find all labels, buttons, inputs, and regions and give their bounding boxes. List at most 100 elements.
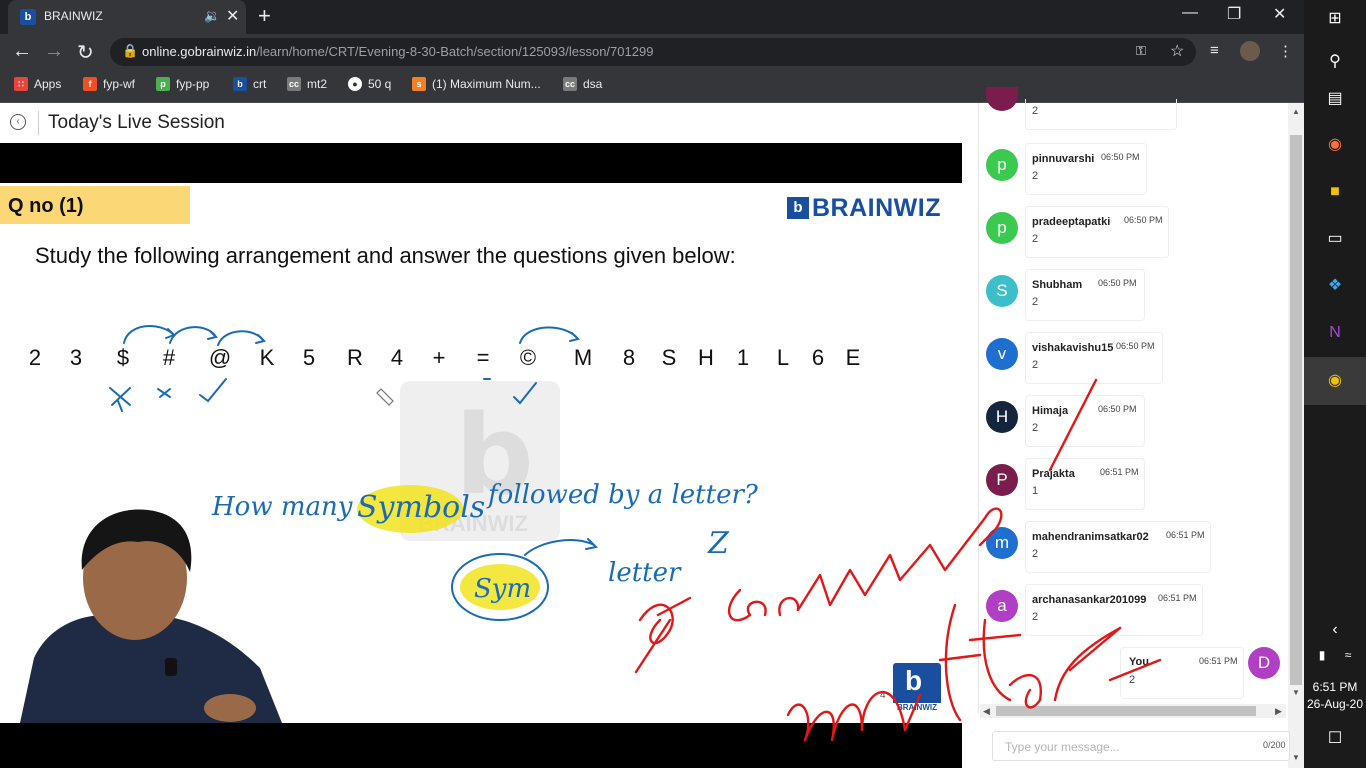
task-view-icon[interactable]: ▤ <box>1323 87 1347 111</box>
bookmark-apps[interactable]: ∷ Apps <box>14 77 61 91</box>
scroll-thumb[interactable] <box>1290 135 1302 685</box>
message-bubble: pinnuvarshi 06:50 PM 2 <box>1025 143 1147 195</box>
video-player[interactable]: Q no (1) b BRAINWIZ Study the following … <box>0 143 962 768</box>
bookmark-star-icon[interactable]: ☆ <box>1170 41 1184 61</box>
bookmark-fyp-pp[interactable]: p fyp-pp <box>156 77 209 91</box>
message-bubble: pradeeptapatki 06:50 PM 2 <box>1025 206 1169 258</box>
close-tab-icon[interactable]: ✕ <box>226 6 239 26</box>
bookmark-50q[interactable]: ● 50 q <box>348 77 391 91</box>
back-arrow-icon[interactable]: ← <box>12 40 32 63</box>
message-time: 06:50 PM <box>1124 215 1163 225</box>
windows-taskbar: ⊞ ⚲ ▤ ◉ ■ ▭ ❖ N ◉ ‹ ▮ ≈ 6:51 PM 26-Aug-2… <box>1304 0 1366 768</box>
bookmark-dsa[interactable]: cc dsa <box>563 77 602 91</box>
address-bar[interactable]: 🔒 online.gobrainwiz.in/learn/home/CRT/Ev… <box>110 38 1196 66</box>
handwriting-z: Z <box>707 526 730 561</box>
sequence-item: + <box>432 345 446 370</box>
firefox-icon[interactable]: ◉ <box>1323 133 1347 157</box>
scroll-up-icon[interactable]: ▲ <box>1292 107 1300 116</box>
system-clock[interactable]: 6:51 PM 26-Aug-20 <box>1304 679 1366 713</box>
chat-vertical-scrollbar[interactable]: ▲ ▼ ▼ <box>1288 103 1304 768</box>
vscode-icon[interactable]: ❖ <box>1323 274 1347 298</box>
avatar: H <box>986 401 1018 433</box>
chat-message-input[interactable] <box>1003 737 1237 757</box>
message-bubble: vishakavishu15 06:50 PM 2 <box>1025 332 1163 384</box>
forward-arrow-icon[interactable]: → <box>44 40 64 63</box>
char-count: 0/200 <box>1263 740 1286 750</box>
show-hidden-icons-chevron-icon[interactable]: ‹ <box>1323 618 1347 642</box>
bookmark-label: (1) Maximum Num... <box>432 77 541 91</box>
sequence-item: 4 <box>390 345 404 370</box>
sequence-item: 3 <box>69 345 83 370</box>
close-window-icon[interactable]: ✕ <box>1273 4 1286 24</box>
url-text[interactable]: online.gobrainwiz.in/learn/home/CRT/Even… <box>142 44 653 59</box>
question-number-badge: Q no (1) <box>0 186 190 224</box>
sheet-icon: p <box>156 77 170 91</box>
cut-off-avatar <box>986 87 1018 111</box>
chrome-icon[interactable]: ◉ <box>1304 357 1366 405</box>
my-avatar: D <box>1248 647 1280 679</box>
bookmark-label: 50 q <box>368 77 392 91</box>
file-explorer-icon[interactable]: ■ <box>1323 180 1347 204</box>
chat-input-box[interactable]: 0/200 <box>992 731 1290 761</box>
restore-icon[interactable]: ❐ <box>1227 4 1241 24</box>
sequence-item: = <box>476 345 490 370</box>
bookmark-mt2[interactable]: cc mt2 <box>287 77 327 91</box>
battery-icon[interactable]: ▮ <box>1312 643 1332 667</box>
minimize-icon[interactable]: — <box>1182 4 1198 22</box>
windows-start-icon[interactable]: ⊞ <box>1323 7 1347 31</box>
handwriting-sym: Sym <box>474 574 531 604</box>
cc-icon: cc <box>287 77 301 91</box>
bookmark-label: fyp-wf <box>103 77 136 91</box>
terminal-icon[interactable]: ▭ <box>1323 227 1347 251</box>
presenter-video <box>20 509 282 723</box>
key-icon[interactable]: ⚿ <box>1136 43 1146 59</box>
corner-brainwiz-logo: b BRAINWIZ <box>893 663 941 713</box>
bookmark-crt[interactable]: b crt <box>233 77 266 91</box>
media-control-icon[interactable]: ≡ <box>1210 42 1219 59</box>
wifi-icon[interactable]: ≈ <box>1338 643 1358 667</box>
browser-tab[interactable]: b BRAINWIZ 🔉 ✕ <box>8 0 246 34</box>
message-bubble: archanasankar201099 06:51 PM 2 <box>1025 584 1203 636</box>
sequence-item: R <box>347 345 363 370</box>
bookmark-fyp-wf[interactable]: f fyp-wf <box>83 77 135 91</box>
message-text: 2 <box>1032 359 1039 371</box>
avatar: p <box>986 212 1018 244</box>
back-circle-icon[interactable]: ‹ <box>10 114 26 130</box>
watermark-text: BRAINWIZ <box>418 511 528 536</box>
message-text: 2 <box>1032 233 1039 245</box>
chat-horizontal-scrollbar[interactable]: ◀ ▶ <box>980 704 1286 718</box>
new-tab-icon[interactable]: + <box>258 3 271 29</box>
message-text: 1 <box>1032 485 1039 497</box>
question-text: Study the following arrangement and answ… <box>35 243 736 268</box>
scroll-thumb[interactable] <box>996 706 1256 716</box>
bookmark-maximum-num[interactable]: s (1) Maximum Num... <box>412 77 541 91</box>
message-text: 2 <box>1129 674 1136 686</box>
sender-name: pinnuvarshi <box>1032 153 1095 165</box>
scroll-left-icon[interactable]: ◀ <box>983 704 990 718</box>
scroll-right-icon[interactable]: ▶ <box>1275 704 1282 718</box>
sequence-item: S <box>661 345 677 370</box>
tab-title: BRAINWIZ <box>44 9 103 23</box>
cc-icon: cc <box>563 77 577 91</box>
speaker-icon[interactable]: 🔉 <box>204 8 220 24</box>
sequence-item: H <box>698 345 714 370</box>
message-time: 06:50 PM <box>1098 404 1137 414</box>
menu-dots-icon[interactable]: ⋮ <box>1278 42 1293 60</box>
scroll-down-icon[interactable]: ▼ <box>1292 688 1300 697</box>
sequence-item: E <box>845 345 861 370</box>
bookmark-label: Apps <box>34 77 62 91</box>
message-time: 06:50 PM <box>1116 341 1155 351</box>
sender-name: Himaja <box>1032 405 1069 417</box>
sender-name: Prajakta <box>1032 468 1075 480</box>
url-path: /learn/home/CRT/Evening-8-30-Batch/secti… <box>256 44 654 59</box>
profile-avatar-icon[interactable] <box>1240 41 1260 61</box>
brand-wordmark: BRAINWIZ <box>812 193 941 222</box>
page-scroll-down-icon[interactable]: ▼ <box>1292 753 1300 762</box>
notification-icon[interactable]: ☐ <box>1323 727 1347 751</box>
sequence-item: K <box>259 345 275 370</box>
onenote-icon[interactable]: N <box>1323 321 1347 345</box>
sender-name: Shubham <box>1032 279 1083 291</box>
message-time: 06:51 PM <box>1100 467 1139 477</box>
reload-icon[interactable]: ↻ <box>77 40 94 65</box>
search-icon[interactable]: ⚲ <box>1323 50 1347 74</box>
